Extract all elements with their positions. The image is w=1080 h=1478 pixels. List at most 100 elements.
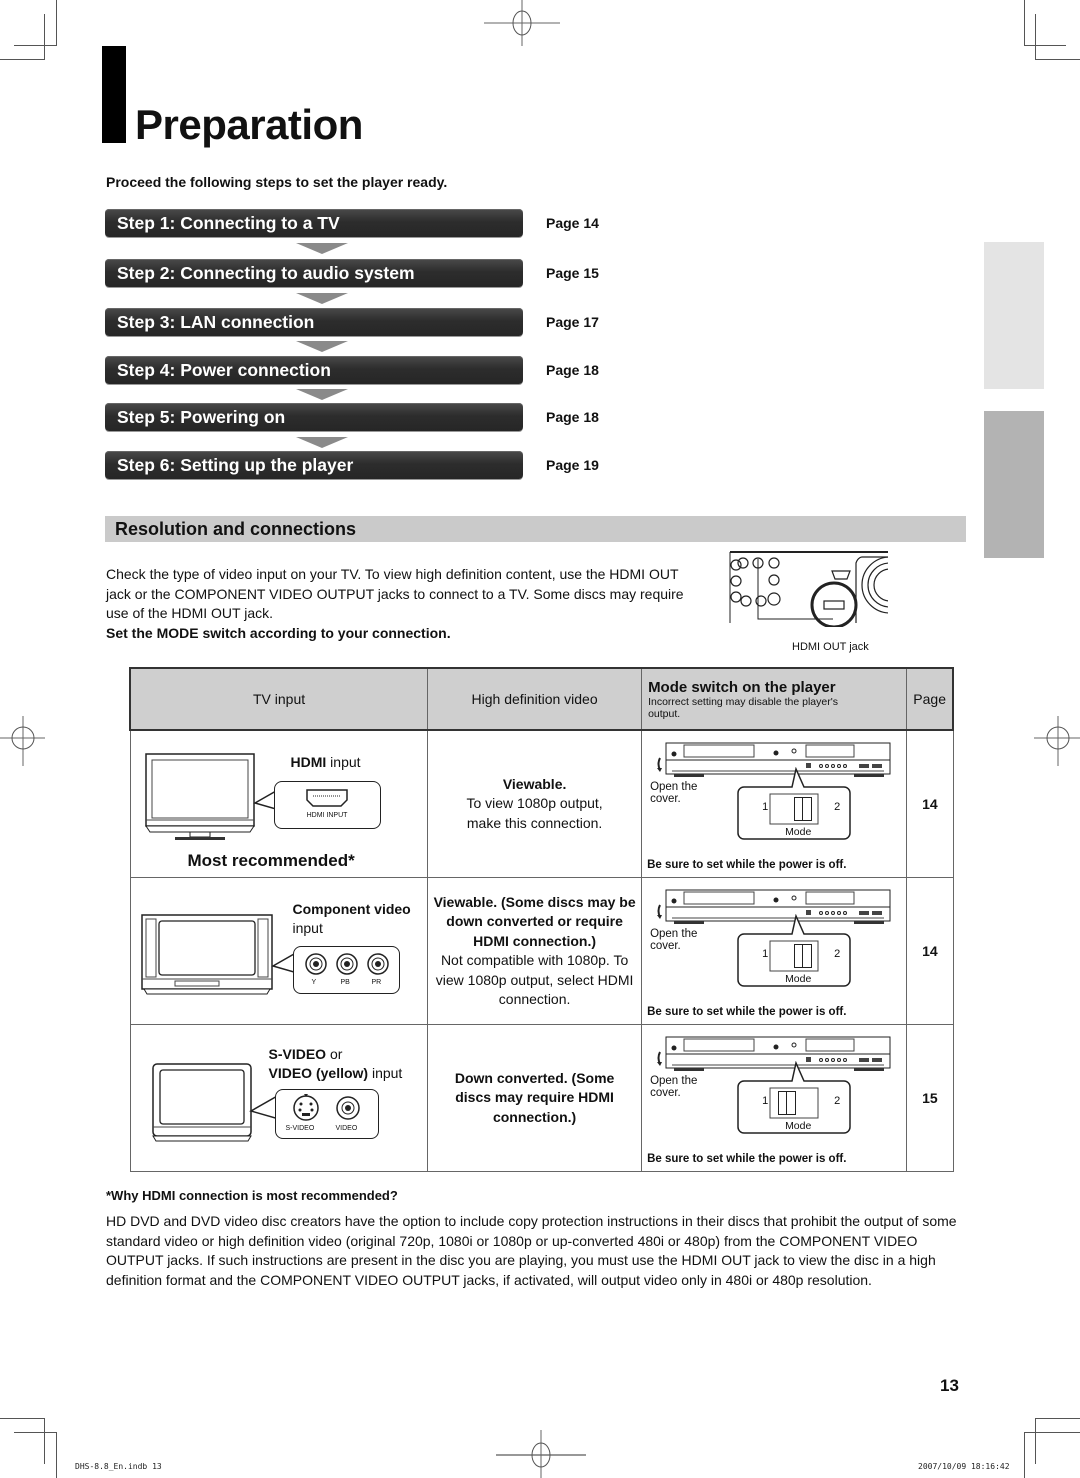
open-cover-text: Open the cover.: [650, 928, 698, 952]
table-header: TV input High definition video Mode swit…: [129, 667, 955, 731]
mode-switch-slider: [778, 1091, 797, 1115]
crt-tv-small-icon: [151, 1063, 252, 1142]
mode-position-1: 1: [762, 948, 769, 960]
mode-position-2: 2: [834, 948, 841, 960]
table-row: HDMI input HDMI INPUT Most recommended* …: [129, 729, 954, 878]
jack-label: S-VIDEO: [285, 1125, 315, 1132]
tv-input-cell: HDMI input HDMI INPUT Most recommended*: [129, 729, 429, 878]
jack-label: Y: [311, 979, 317, 986]
hd-note: Not compatible with 1080p. To view 1080p…: [435, 952, 634, 1007]
crop-mark: [56, 0, 57, 46]
header-tv-input: TV input: [129, 667, 429, 731]
step-5-page: Page 18: [546, 409, 599, 425]
side-tab-light: [984, 242, 1044, 389]
page-ref: 14: [906, 729, 954, 878]
crop-mark: [1035, 1418, 1080, 1419]
mode-label: Mode: [785, 973, 812, 985]
step-6: Step 6: Setting up the player: [105, 451, 523, 479]
input-label: S-VIDEO or VIDEO (yellow) input: [268, 1046, 403, 1081]
jack-label: PR: [371, 979, 382, 986]
crop-mark: [14, 45, 57, 46]
arrow-down-icon: [296, 389, 348, 400]
crop-mark: [1035, 1418, 1036, 1464]
svideo-video-jacks-icon: [292, 1094, 360, 1121]
mode-instruction: Set the MODE switch according to your co…: [106, 624, 451, 641]
hdmi-port-icon: [305, 789, 348, 807]
footnote-heading: *Why HDMI connection is most recommended…: [106, 1188, 398, 1203]
section-text: Check the type of video input on your TV…: [106, 566, 684, 621]
arrow-down-icon: [296, 437, 348, 448]
side-tab-dark: [984, 411, 1044, 558]
step-1: Step 1: Connecting to a TV: [105, 209, 523, 237]
crop-mark: [44, 14, 45, 60]
flat-tv-icon: [144, 753, 255, 840]
mode-switch-slider: [794, 944, 813, 968]
hd-status: Viewable.: [502, 775, 567, 792]
crt-tv-icon: [140, 914, 273, 995]
footnote-text: HD DVD and DVD video disc creators have …: [106, 1213, 957, 1288]
power-off-warning: Be sure to set while the power is off.: [647, 1153, 847, 1165]
jack-label: PB: [340, 979, 350, 986]
jack-label: VIDEO: [335, 1125, 358, 1132]
step-4-page: Page 18: [546, 362, 599, 378]
crop-mark: [44, 1418, 45, 1464]
registration-mark: [484, 0, 560, 46]
mode-position-1: 1: [762, 1095, 769, 1107]
table-row: S-VIDEO or VIDEO (yellow) input S-VIDEO V…: [129, 1024, 954, 1172]
page-title: Preparation: [135, 101, 363, 148]
arrow-down-icon: [296, 243, 348, 254]
page-number: 13: [940, 1376, 959, 1395]
svideo-jack-callout: S-VIDEO VIDEO: [274, 1089, 379, 1139]
crop-mark: [1024, 1432, 1025, 1478]
page-ref: 14: [906, 877, 954, 1025]
page-ref: 15: [906, 1024, 954, 1172]
hd-video-cell: Viewable. To view 1080p output, make thi…: [427, 729, 643, 878]
hd-status: Down converted. (Some discs may require …: [454, 1069, 615, 1125]
figure-caption: HDMI OUT jack: [792, 641, 869, 653]
power-off-warning: Be sure to set while the power is off.: [647, 1006, 847, 1018]
section-heading: Resolution and connections: [105, 516, 966, 542]
tv-input-cell: S-VIDEO or VIDEO (yellow) input S-VIDEO V…: [129, 1024, 429, 1172]
step-5: Step 5: Powering on: [105, 403, 523, 431]
player-rear-panel-figure: [729, 551, 888, 627]
step-2: Step 2: Connecting to audio system: [105, 259, 523, 287]
jack-label: HDMI INPUT: [306, 812, 348, 819]
connection-table: TV input High definition video Mode swit…: [129, 667, 955, 1172]
step-2-page: Page 15: [546, 265, 599, 281]
step-3: Step 3: LAN connection: [105, 308, 523, 336]
step-1-page: Page 14: [546, 215, 599, 231]
mode-switch-title: Mode switch on the player: [648, 678, 836, 696]
step-3-page: Page 17: [546, 314, 599, 330]
open-cover-text: Open the cover.: [650, 781, 698, 805]
mode-position-1: 1: [762, 801, 769, 813]
title-bar-decoration: [102, 46, 126, 143]
crop-mark: [1024, 45, 1066, 46]
hd-note: To view 1080p output, make this connecti…: [466, 795, 603, 831]
crop-mark: [1035, 59, 1080, 60]
crop-mark: [1024, 1432, 1080, 1433]
crop-mark: [56, 1432, 57, 1478]
hd-video-cell: Viewable. (Some discs may be down conver…: [427, 877, 643, 1025]
crop-mark: [14, 1432, 57, 1433]
input-label: HDMI input: [290, 754, 361, 770]
mode-switch-note: Incorrect setting may disable the player…: [648, 695, 838, 720]
registration-mark: [1034, 716, 1080, 766]
table-row: Component video input Y PB PR Viewable. (…: [129, 877, 954, 1025]
crop-mark: [1024, 0, 1025, 46]
input-label: Component video input: [292, 901, 411, 936]
header-page: Page: [906, 667, 955, 731]
header-hd-video: High definition video: [427, 667, 643, 731]
step-4: Step 4: Power connection: [105, 356, 523, 384]
mode-label: Mode: [785, 826, 812, 838]
hd-status: Viewable. (Some discs may be down conver…: [433, 893, 636, 949]
mode-label: Mode: [785, 1120, 812, 1132]
section-paragraph: Check the type of video input on your TV…: [106, 565, 706, 643]
open-cover-text: Open the cover.: [650, 1075, 698, 1099]
power-off-warning: Be sure to set while the power is off.: [647, 859, 847, 871]
component-jack-callout: Y PB PR: [292, 946, 400, 994]
rca-jacks-icon: [304, 953, 389, 975]
mode-position-2: 2: [834, 1095, 841, 1107]
crop-mark: [1035, 14, 1036, 60]
tv-input-cell: Component video input Y PB PR: [129, 877, 429, 1025]
step-6-page: Page 19: [546, 457, 599, 473]
